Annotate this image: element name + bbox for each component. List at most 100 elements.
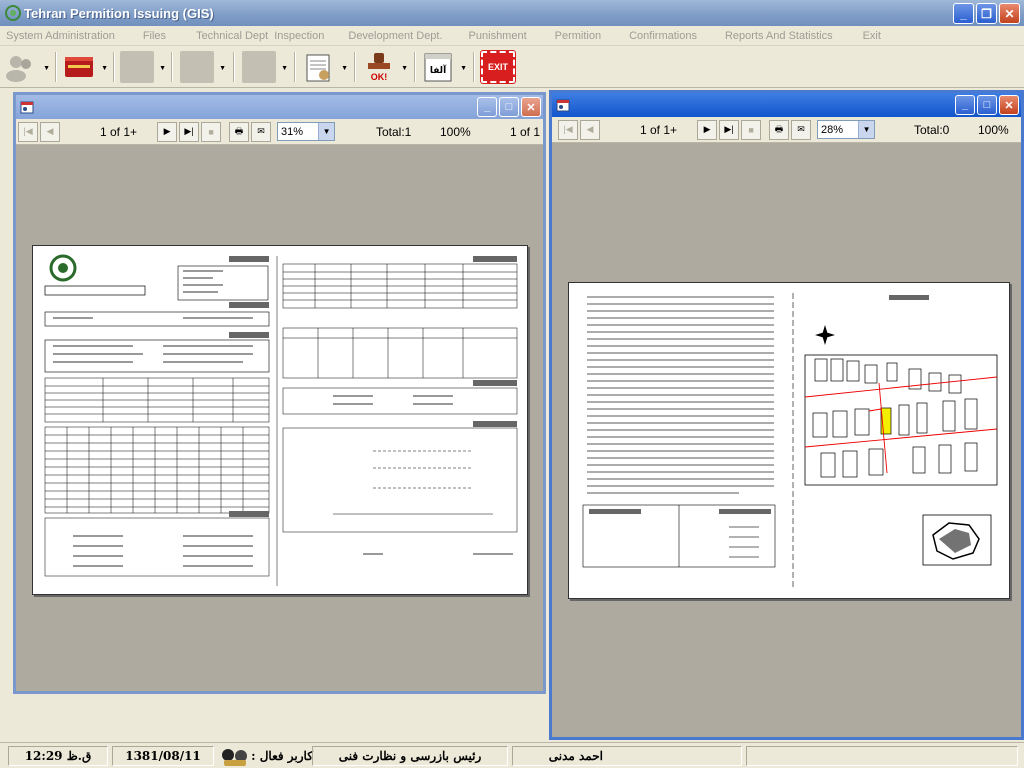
next-page-button[interactable]: ▶ <box>697 119 718 140</box>
close-button[interactable]: ✕ <box>999 3 1020 24</box>
dropdown-arrow-icon: ▼ <box>43 65 50 72</box>
report-window-icon <box>556 99 570 112</box>
last-page-icon: ▶| <box>184 126 194 136</box>
app-title-bar: Tehran Permition Issuing (GIS) _ ❐ ✕ <box>0 0 1024 26</box>
dropdown-arrow-icon: ▼ <box>401 65 408 72</box>
first-page-button[interactable]: |◀ <box>18 121 38 142</box>
menu-bar: System Administration Files Technical De… <box>0 26 1024 46</box>
previous-page-icon: ◀ <box>46 126 54 136</box>
status-time: 12:29 ق.ظ <box>8 746 108 766</box>
menu-files[interactable]: Files <box>137 30 166 42</box>
stop-button[interactable]: ■ <box>201 121 222 142</box>
zoom-select[interactable]: 28% ▼ <box>817 120 876 139</box>
report-window-left-titlebar: _ □ ✕ <box>16 95 543 119</box>
menu-confirmations[interactable]: Confirmations <box>623 30 697 42</box>
page-indicator: 1 of 1+ <box>640 122 678 137</box>
previous-page-button[interactable]: ◀ <box>40 121 60 142</box>
report-window-right: _ □ ✕ |◀ ◀ 1 of 1+ ▶ ▶| ■ 🖶 ✉ 28% ▼ Tota… <box>549 90 1024 740</box>
export-button[interactable]: ✉ <box>251 121 272 142</box>
export-button[interactable]: ✉ <box>791 119 812 140</box>
dropdown-arrow-icon: ▼ <box>281 65 288 72</box>
dropdown-arrow-icon: ▼ <box>101 65 108 72</box>
disabled-tool-2[interactable]: ▼ <box>180 51 226 83</box>
next-page-button[interactable]: ▶ <box>157 121 178 142</box>
alert-note-tool-button[interactable]: آلفا ▼ <box>421 51 467 83</box>
report-window-left: _ □ ✕ |◀ ◀ 1 of 1+ ▶ ▶| ■ 🖶 ✉ 31% ▼ Tota… <box>13 92 546 694</box>
right-window-close-button[interactable]: ✕ <box>999 95 1019 115</box>
export-envelope-icon: ✉ <box>257 126 265 136</box>
print-button[interactable]: 🖶 <box>229 121 250 142</box>
percent-display: 100% <box>440 125 471 139</box>
minimize-button[interactable]: _ <box>953 3 974 24</box>
site-report-drawing <box>582 293 998 588</box>
disabled-tool-1[interactable]: ▼ <box>120 51 166 83</box>
north-arrow-icon <box>815 325 835 345</box>
menu-development-dept[interactable]: Development Dept. <box>342 30 442 42</box>
close-icon: ✕ <box>1004 99 1014 112</box>
last-page-button[interactable]: ▶| <box>179 121 200 142</box>
minimize-icon: _ <box>961 99 969 111</box>
site-report-page <box>568 282 1010 599</box>
restore-button[interactable]: ❐ <box>976 3 997 24</box>
users-tool-button[interactable]: ▼ <box>4 51 50 83</box>
report-canvas-right <box>552 143 1021 737</box>
menu-system-administration[interactable]: System Administration <box>0 30 115 42</box>
stop-button[interactable]: ■ <box>741 119 762 140</box>
books-icon <box>62 51 96 83</box>
chevron-down-icon: ▼ <box>318 123 335 140</box>
maximize-icon: □ <box>983 99 991 111</box>
status-bar: 12:29 ق.ظ 1381/08/11 : کاربر فعال رئیس ب… <box>0 742 1024 768</box>
right-window-minimize-button[interactable]: _ <box>955 95 975 115</box>
app-title: Tehran Permition Issuing (GIS) <box>24 5 214 21</box>
left-window-close-button[interactable]: ✕ <box>521 97 541 117</box>
close-icon: ✕ <box>1004 6 1015 21</box>
maximize-icon: □ <box>505 101 513 113</box>
disabled-tool-3[interactable]: ▼ <box>242 51 288 83</box>
page-count-display: 1 of 1 <box>510 125 541 139</box>
dropdown-arrow-icon: ▼ <box>341 65 348 72</box>
ok-stamp-tool-button[interactable]: OK! ▼ <box>362 51 408 83</box>
right-window-maximize-button[interactable]: □ <box>977 95 997 115</box>
menu-technical-dept[interactable]: Technical Dept <box>190 30 268 42</box>
stop-icon: ■ <box>748 124 754 135</box>
zoom-value: 28% <box>821 123 844 136</box>
menu-punishment[interactable]: Punishment <box>463 30 527 42</box>
printer-icon: 🖶 <box>234 125 244 136</box>
left-window-minimize-button[interactable]: _ <box>477 97 497 117</box>
printer-icon: 🖶 <box>774 123 784 134</box>
exit-icon: EXIT <box>480 50 516 84</box>
minimize-icon: _ <box>483 101 491 113</box>
menu-reports-and-statistics[interactable]: Reports And Statistics <box>719 30 833 42</box>
percent-display: 100% <box>978 123 1009 137</box>
menu-inspection[interactable]: Inspection <box>268 30 324 42</box>
document-tool-button[interactable]: ▼ <box>302 51 348 83</box>
close-icon: ✕ <box>526 101 536 114</box>
total-count: Total:1 <box>376 125 412 139</box>
previous-page-button[interactable]: ◀ <box>580 119 600 140</box>
permit-report-drawing <box>44 254 518 586</box>
ok-stamp-icon: OK! <box>362 51 396 83</box>
status-user-name: احمد مدنی <box>512 746 742 766</box>
dropdown-arrow-icon: ▼ <box>460 65 467 72</box>
exit-label: EXIT <box>487 62 508 72</box>
first-page-icon: |◀ <box>23 126 33 136</box>
menu-exit[interactable]: Exit <box>857 30 881 42</box>
books-tool-button[interactable]: ▼ <box>62 51 108 83</box>
app-logo-icon <box>5 5 21 21</box>
report-window-right-titlebar: _ □ ✕ <box>552 93 1021 117</box>
report-canvas-left <box>16 145 543 691</box>
print-button[interactable]: 🖶 <box>769 119 790 140</box>
menu-permition[interactable]: Permition <box>549 30 601 42</box>
blank-tool-icon <box>180 51 214 83</box>
dropdown-arrow-icon: ▼ <box>219 65 226 72</box>
site-map-frame <box>804 354 998 486</box>
last-page-button[interactable]: ▶| <box>719 119 740 140</box>
zoom-select[interactable]: 31% ▼ <box>277 122 336 141</box>
exit-tool-button[interactable]: EXIT <box>480 50 516 84</box>
total-count: Total:0 <box>914 123 950 137</box>
main-toolbar: ▼ ▼ ▼ ▼ ▼ ▼ OK! ▼ آلفا ▼ EXIT <box>0 46 1024 88</box>
first-page-button[interactable]: |◀ <box>558 119 578 140</box>
next-page-icon: ▶ <box>703 124 711 134</box>
document-stamp-icon <box>302 51 336 83</box>
left-window-maximize-button[interactable]: □ <box>499 97 519 117</box>
